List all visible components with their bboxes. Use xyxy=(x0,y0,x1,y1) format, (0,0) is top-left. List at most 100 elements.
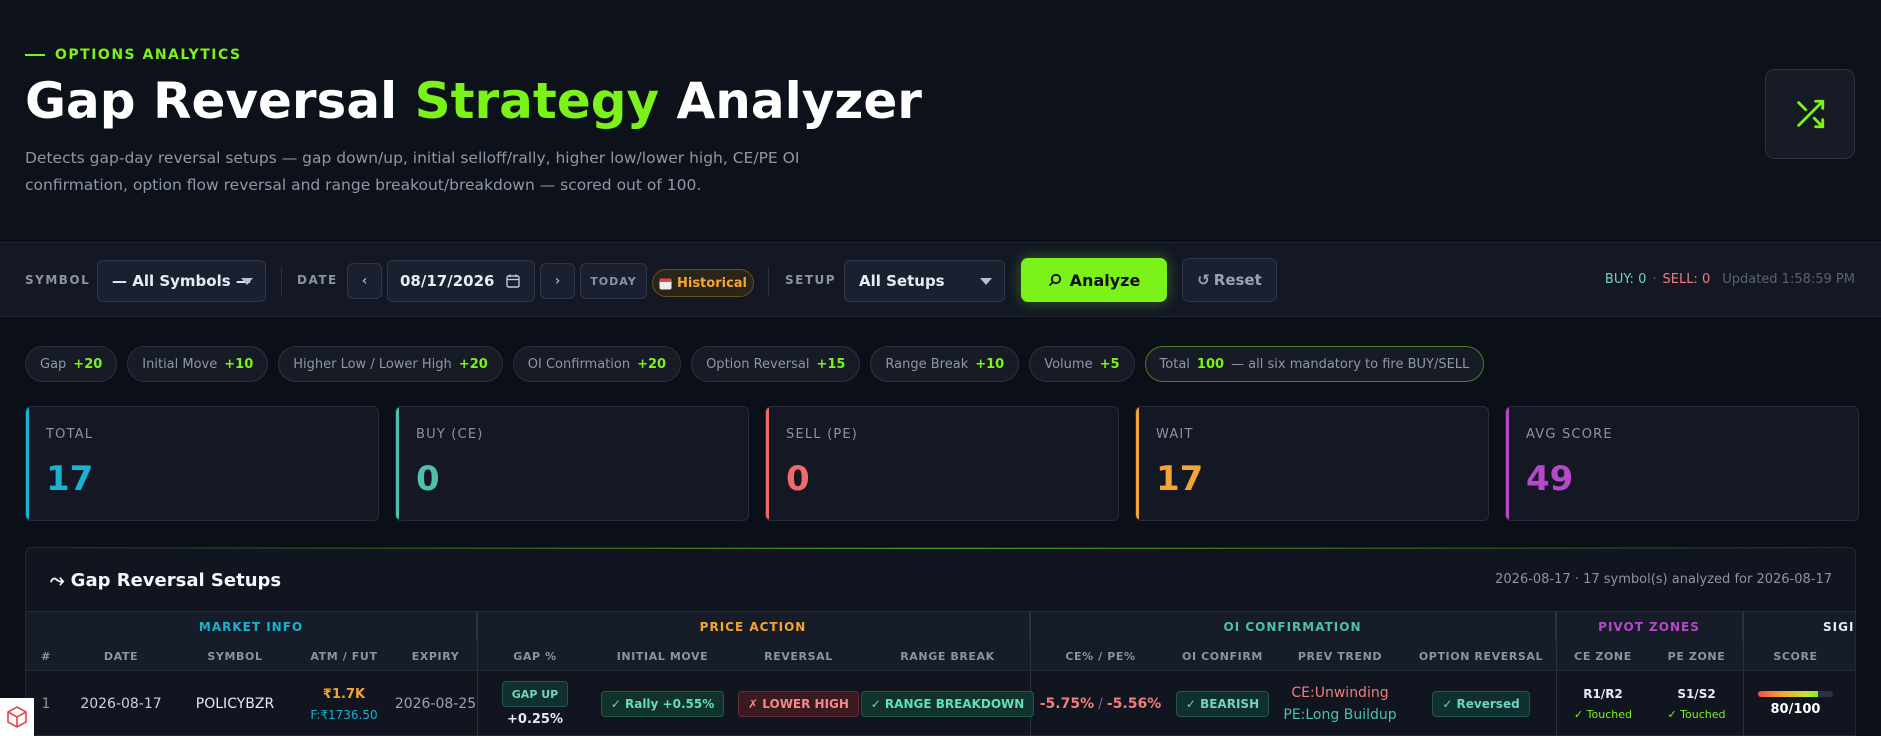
prev-date-button[interactable]: ‹ xyxy=(347,263,382,299)
updated-time: Updated 1:58:59 PM xyxy=(1722,272,1855,287)
range-break-tag: ✓ RANGE BREAKDOWN xyxy=(860,691,1035,717)
title-part-1: Gap Reversal xyxy=(25,72,415,130)
chip-label: Range Break xyxy=(885,356,969,372)
chip-label: OI Confirmation xyxy=(527,356,631,372)
chevron-right-icon: › xyxy=(554,273,561,289)
analyze-label: Analyze xyxy=(1069,270,1141,290)
row-ce-pe: -5.75% / -5.56% xyxy=(1030,671,1171,735)
col-option-reversal[interactable]: OPTION REVERSAL xyxy=(1406,641,1556,671)
row-prev-trend: CE:Unwinding PE:Long Buildup xyxy=(1274,671,1406,735)
group-signal: SIGI xyxy=(1823,620,1855,634)
stat-label: AVG SCORE xyxy=(1526,427,1613,442)
reset-label: Reset xyxy=(1213,271,1262,289)
chip-label: Gap xyxy=(40,356,67,372)
cube-icon xyxy=(7,706,27,728)
col-reversal[interactable]: REVERSAL xyxy=(732,641,865,671)
page-header: OPTIONS ANALYTICS Gap Reversal Strategy … xyxy=(0,0,1881,240)
shuffle-icon xyxy=(1797,99,1825,129)
chip-volume: Volume +5 xyxy=(1029,346,1135,382)
chip-label: Volume xyxy=(1044,356,1093,372)
pe-zone-value: S1/S2 xyxy=(1677,687,1716,701)
ce-zone-value: R1/R2 xyxy=(1583,687,1623,701)
stat-cards: TOTAL 17 BUY (CE) 0 SELL (PE) 0 WAIT 17 … xyxy=(25,406,1859,521)
col-pe-zone[interactable]: PE ZONE xyxy=(1650,641,1743,671)
stat-label: SELL (PE) xyxy=(786,427,859,442)
col-date[interactable]: DATE xyxy=(66,641,176,671)
stat-card-total: TOTAL 17 xyxy=(25,406,379,521)
prev-trend-pe: PE:Long Buildup xyxy=(1283,707,1397,723)
stat-label: TOTAL xyxy=(46,427,94,442)
group-header-row: MARKET INFO PRICE ACTION OI CONFIRMATION… xyxy=(26,611,1855,642)
prev-trend-ce: CE:Unwinding xyxy=(1291,685,1389,701)
symbol-label: SYMBOL xyxy=(25,273,91,287)
score-value: 80/100 xyxy=(1770,702,1821,717)
chip-option-reversal: Option Reversal +15 xyxy=(691,346,861,382)
chip-label: Option Reversal xyxy=(706,356,810,372)
col-score[interactable]: SCORE xyxy=(1743,641,1848,671)
count-separator: · xyxy=(1652,272,1657,287)
divider xyxy=(281,267,282,297)
col-gap[interactable]: GAP % xyxy=(477,641,593,671)
column-header-row: # DATE SYMBOL ATM / FUT EXPIRY GAP % INI… xyxy=(26,641,1855,671)
stat-accent-bar xyxy=(396,407,399,520)
divider xyxy=(768,267,769,297)
row-atm-fut: ₹1.7K F:₹1736.50 xyxy=(294,671,394,735)
stat-value: 49 xyxy=(1526,459,1574,499)
row-symbol[interactable]: POLICYBZR xyxy=(176,671,294,735)
stat-accent-bar xyxy=(766,407,769,520)
group-market-info: MARKET INFO xyxy=(26,612,477,642)
title-accent: Strategy xyxy=(414,72,660,130)
group-pivot-zones: PIVOT ZONES xyxy=(1556,612,1743,642)
stat-label: WAIT xyxy=(1156,427,1194,442)
chip-points: +15 xyxy=(816,356,846,372)
chevron-down-icon xyxy=(980,278,992,285)
col-num: # xyxy=(41,649,51,663)
col-range-break[interactable]: RANGE BREAK xyxy=(865,641,1030,671)
chip-initial-move: Initial Move +10 xyxy=(127,346,269,382)
col-symbol[interactable]: SYMBOL xyxy=(176,641,294,671)
col-ce-pe[interactable]: CE% / PE% xyxy=(1030,641,1171,671)
row-reversal: ✗ LOWER HIGH xyxy=(732,671,865,735)
stat-card-sell: SELL (PE) 0 xyxy=(765,406,1119,521)
buy-count: BUY: 0 xyxy=(1604,272,1647,287)
col-oi-confirm[interactable]: OI CONFIRM xyxy=(1171,641,1274,671)
atm-value: ₹1.7K xyxy=(322,686,366,702)
signal-counts: BUY: 0 · SELL: 0 Updated 1:58:59 PM xyxy=(1605,272,1855,287)
chip-oi-confirmation: OI Confirmation +20 xyxy=(512,346,682,382)
shuffle-button[interactable] xyxy=(1765,69,1855,159)
setup-select[interactable]: All Setups xyxy=(844,260,1005,302)
app-logo-icon[interactable] xyxy=(0,698,34,736)
row-score: 80/100 xyxy=(1743,671,1848,735)
scoring-chips: Gap +20 Initial Move +10 Higher Low / Lowe… xyxy=(25,346,1485,382)
panel-glow xyxy=(26,548,1855,549)
col-initial-move[interactable]: INITIAL MOVE xyxy=(593,641,732,671)
col-prev-trend[interactable]: PREV TREND xyxy=(1274,641,1406,671)
chip-label: Initial Move xyxy=(142,356,218,372)
next-date-button[interactable]: › xyxy=(540,263,575,299)
group-oi-confirmation: OI CONFIRMATION xyxy=(1030,612,1556,642)
chip-label: Higher Low / Lower High xyxy=(293,356,452,372)
ce-percent: -5.75% xyxy=(1039,696,1095,712)
date-input[interactable]: 08/17/2026 xyxy=(387,260,535,302)
table-row[interactable]: 1 2026-08-17 POLICYBZR ₹1.7K F:₹1736.50 … xyxy=(26,671,1855,735)
analyze-button[interactable]: Analyze xyxy=(1021,258,1167,302)
eyebrow-label: OPTIONS ANALYTICS xyxy=(55,47,242,63)
chip-points: +10 xyxy=(224,356,254,372)
reset-button[interactable]: ↺ Reset xyxy=(1182,258,1277,302)
col-expiry[interactable]: EXPIRY xyxy=(394,641,477,671)
panel-title: ⤳ Gap Reversal Setups xyxy=(50,570,282,591)
initial-move-tag: ✓ Rally +0.55% xyxy=(600,691,725,717)
chip-gap: Gap +20 xyxy=(25,346,118,382)
col-atm-fut[interactable]: ATM / FUT xyxy=(294,641,394,671)
ce-pe-separator: / xyxy=(1098,696,1103,712)
title-part-2: Analyzer xyxy=(659,72,922,130)
chip-points: +20 xyxy=(73,356,103,372)
stat-value: 17 xyxy=(1156,459,1204,499)
symbol-select[interactable]: — All Symbols — xyxy=(97,260,266,302)
today-button[interactable]: TODAY xyxy=(580,263,647,299)
page-subtitle: Detects gap-day reversal setups — gap do… xyxy=(25,149,800,194)
col-ce-zone[interactable]: CE ZONE xyxy=(1556,641,1650,671)
stat-value: 0 xyxy=(416,459,440,499)
chevron-left-icon: ‹ xyxy=(361,273,368,289)
stat-value: 0 xyxy=(786,459,810,499)
